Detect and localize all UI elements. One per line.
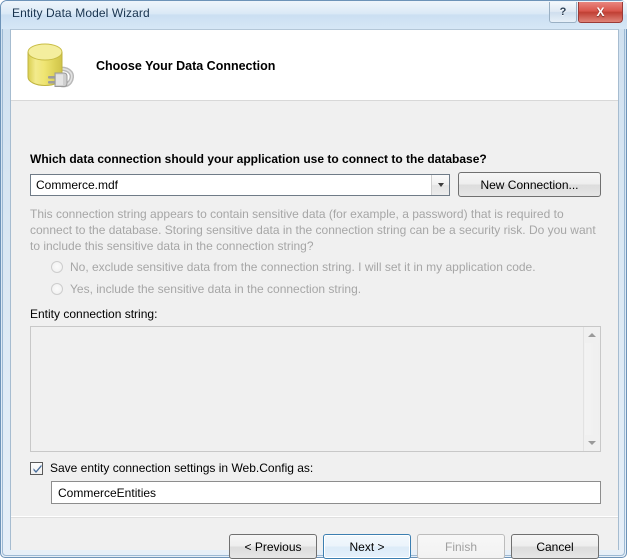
entity-name-input[interactable]: CommerceEntities bbox=[51, 481, 601, 504]
save-settings-checkbox-row[interactable]: Save entity connection settings in Web.C… bbox=[30, 460, 313, 476]
wizard-window: Entity Data Model Wizard ? X Choose Your… bbox=[0, 0, 627, 559]
entity-connection-string-label: Entity connection string: bbox=[30, 307, 158, 321]
radio-include-label: Yes, include the sensitive data in the c… bbox=[70, 282, 362, 296]
cancel-button[interactable]: Cancel bbox=[511, 534, 599, 559]
scrollbar-track[interactable] bbox=[585, 343, 599, 435]
client-area: Choose Your Data Connection Which data c… bbox=[10, 29, 619, 559]
radio-circle-icon bbox=[51, 283, 63, 295]
save-settings-label: Save entity connection settings in Web.C… bbox=[50, 461, 314, 475]
checkmark-icon bbox=[33, 464, 42, 473]
connection-combobox-value: Commerce.mdf bbox=[36, 178, 119, 192]
save-settings-checkbox[interactable] bbox=[30, 461, 43, 475]
window-title: Entity Data Model Wizard bbox=[12, 6, 150, 20]
page-title: Choose Your Data Connection bbox=[96, 59, 276, 73]
entity-connection-string-textarea[interactable] bbox=[30, 326, 601, 452]
vertical-scrollbar[interactable] bbox=[583, 327, 600, 451]
new-connection-button[interactable]: New Connection... bbox=[458, 172, 601, 197]
chevron-down-icon[interactable] bbox=[431, 175, 449, 195]
footer-separator bbox=[11, 516, 618, 518]
entity-connection-string-value bbox=[31, 327, 583, 451]
radio-exclude-sensitive-data[interactable]: No, exclude sensitive data from the conn… bbox=[51, 259, 536, 275]
wizard-body: Which data connection should your applic… bbox=[11, 102, 618, 559]
database-connection-icon bbox=[20, 36, 84, 94]
scroll-up-icon[interactable] bbox=[584, 327, 600, 343]
connection-combobox[interactable]: Commerce.mdf bbox=[30, 174, 450, 196]
next-button[interactable]: Next > bbox=[323, 534, 411, 559]
sensitive-data-note: This connection string appears to contai… bbox=[30, 207, 596, 253]
footer-button-bar: < Previous Next > Finish Cancel bbox=[11, 534, 618, 559]
finish-button: Finish bbox=[417, 534, 505, 559]
entity-name-value: CommerceEntities bbox=[58, 485, 157, 500]
radio-exclude-label: No, exclude sensitive data from the conn… bbox=[70, 260, 536, 274]
scroll-down-icon[interactable] bbox=[584, 435, 600, 451]
radio-circle-icon bbox=[51, 261, 63, 273]
title-bar[interactable]: Entity Data Model Wizard ? X bbox=[1, 1, 627, 29]
question-label: Which data connection should your applic… bbox=[30, 152, 487, 166]
close-button[interactable]: X bbox=[578, 2, 623, 23]
help-button[interactable]: ? bbox=[549, 2, 577, 23]
radio-include-sensitive-data[interactable]: Yes, include the sensitive data in the c… bbox=[51, 281, 361, 297]
caption-button-group: ? X bbox=[549, 2, 623, 23]
wizard-header: Choose Your Data Connection bbox=[11, 30, 618, 101]
previous-button[interactable]: < Previous bbox=[229, 534, 317, 559]
